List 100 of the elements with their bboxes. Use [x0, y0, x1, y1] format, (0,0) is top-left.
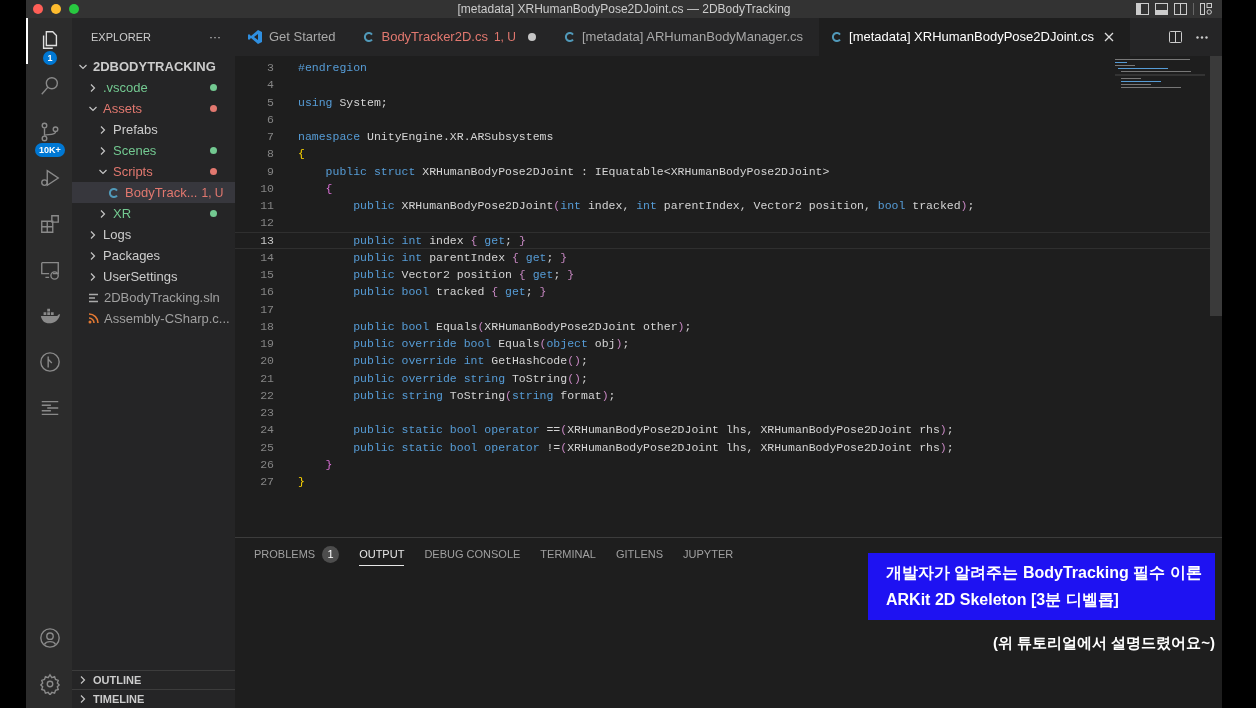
caption-note: (위 튜토리얼에서 설명드렸어요~) [992, 633, 1215, 653]
tree-item[interactable]: Scripts [72, 161, 235, 182]
count-badge: 1 [322, 546, 340, 563]
panel-tab[interactable]: OUTPUT [359, 544, 405, 566]
caption-line: ARKit 2D Skeleton [3분 디벨롭] [886, 590, 1120, 610]
line-number: 21 [259, 370, 274, 387]
tree-item[interactable]: Packages [72, 245, 235, 266]
line-number: 6 [266, 111, 274, 128]
line-number: 24 [259, 422, 274, 439]
code-line: public XRHumanBodyPose2DJoint(int index, int parentIndex, Vector2 position, bool tracked); [352, 198, 975, 214]
code-line: public bool tracked { get; } [352, 284, 547, 301]
line-number: 15 [259, 267, 274, 283]
panel-tab[interactable]: PROBLEMS 1 [254, 544, 340, 566]
notification-badge: 1 [43, 51, 57, 65]
line-number: 22 [259, 387, 274, 404]
code-line: { [298, 146, 305, 163]
gitlens-icon[interactable] [39, 351, 61, 373]
tree-item[interactable]: Assets [72, 98, 235, 119]
tree-item[interactable]: 2DBODYTRACKING [72, 56, 235, 77]
line-number: 11 [259, 198, 274, 214]
panel-tab[interactable]: JUPYTER [683, 544, 734, 566]
line-number: 19 [259, 336, 274, 352]
code-line: public int parentIndex { get; } [352, 249, 568, 266]
code-line: public override string ToString(); [352, 370, 588, 387]
code-line: using System; [298, 94, 388, 111]
settings-icon[interactable] [39, 673, 61, 695]
code-line: public static bool operator !=(XRHumanBodyPose2DJoint lhs, XRHumanBodyPose2DJoint rhs); [352, 439, 954, 456]
code-line: public static bool operator ==(XRHumanBodyPose2DJoint lhs, XRHumanBodyPose2DJoint rhs); [352, 422, 954, 439]
tree-item[interactable]: Logs [72, 224, 235, 245]
extensions-icon[interactable] [39, 213, 61, 235]
tree-item[interactable]: 2DBodyTracking.sln [72, 287, 235, 308]
code-line: public int index { get; } [352, 232, 526, 249]
search-icon[interactable] [39, 75, 61, 97]
source-control-icon[interactable] [39, 121, 61, 143]
split-editor-icon[interactable] [1169, 31, 1182, 43]
minimize-window-button[interactable] [51, 4, 61, 14]
line-number: 14 [259, 249, 274, 266]
tree-item[interactable]: UserSettings [72, 266, 235, 287]
more-icon[interactable] [1196, 35, 1208, 39]
tree-item[interactable]: XR [72, 203, 235, 224]
code-line: public override int GetHashCode(); [352, 353, 588, 370]
code-line: namespace UnityEngine.XR.ARSubsystems [298, 129, 554, 145]
split-layout-icon[interactable] [1174, 3, 1187, 15]
tree-item[interactable]: Assembly-CSharp.c... [72, 308, 235, 329]
panel-tab[interactable]: GITLENS [615, 544, 664, 566]
sidebar-title: EXPLORER [91, 29, 151, 45]
tree-item[interactable]: Prefabs [72, 119, 235, 140]
line-number: 10 [259, 180, 274, 197]
layout-icon[interactable] [1200, 3, 1212, 15]
toggle-sidebar-icon[interactable] [1136, 3, 1149, 15]
code-line: } [298, 474, 305, 490]
code-line: public Vector2 position { get; } [352, 267, 575, 283]
line-number: 3 [266, 60, 274, 76]
account-icon[interactable] [39, 627, 61, 649]
line-number: 26 [259, 456, 274, 473]
file-status-label: 1, U [493, 29, 516, 46]
code-line: public string ToString(string format); [352, 387, 616, 404]
tree-item[interactable]: BodyTrack... 1, U [72, 182, 235, 203]
line-number: 4 [266, 77, 274, 94]
notification-badge: 10K+ [35, 143, 65, 157]
line-number: 13 [259, 232, 274, 249]
code-line: public struct XRHumanBodyPose2DJoint : IEquatable<XRHumanBodyPose2DJoint> [324, 163, 830, 180]
close-icon[interactable] [1104, 32, 1115, 42]
window-title: [metadata] XRHumanBodyPose2DJoint.cs — 2DBodyTracking [456, 1, 792, 18]
line-number: 25 [259, 439, 274, 456]
editor-tab[interactable]: [metadata] XRHumanBodyPose2DJoint.cs [819, 18, 1131, 56]
line-number: 16 [259, 284, 274, 301]
remote-explorer-icon[interactable] [39, 259, 61, 281]
tree-item[interactable]: Scenes [72, 140, 235, 161]
file-status-label: 1, U [200, 184, 224, 202]
line-number: 5 [266, 94, 274, 111]
code-line: } [324, 456, 333, 473]
line-number: 18 [259, 318, 274, 335]
code-editor-logo-icon [247, 29, 263, 45]
line-number: 20 [259, 353, 274, 370]
toggle-panel-icon[interactable] [1155, 3, 1168, 15]
line-number: 12 [259, 215, 274, 232]
code-line: { [324, 180, 333, 197]
close-window-button[interactable] [33, 4, 43, 14]
zoom-window-button[interactable] [69, 4, 79, 14]
code-line: #endregion [298, 60, 367, 76]
more-actions-button[interactable]: ··· [209, 28, 221, 46]
csharp-icon [563, 31, 576, 43]
lines-icon [88, 292, 99, 303]
line-number: 8 [266, 146, 274, 163]
line-number: 27 [259, 474, 274, 490]
line-number: 7 [266, 129, 274, 145]
csharp-icon [108, 186, 120, 199]
code-line: public bool Equals(XRHumanBodyPose2DJoint other); [352, 318, 692, 335]
run-debug-icon[interactable] [39, 167, 61, 189]
code-line: public override bool Equals(object obj); [352, 336, 630, 352]
rss-icon [88, 313, 99, 324]
tree-item[interactable]: .vscode [72, 77, 235, 98]
line-number: 9 [266, 163, 274, 180]
line-number: 17 [259, 301, 274, 318]
scrollbar[interactable] [1210, 56, 1222, 316]
line-number: 23 [259, 405, 274, 421]
panel-tab[interactable]: TERMINAL [540, 544, 596, 566]
panel-tab[interactable]: DEBUG CONSOLE [424, 544, 521, 566]
section-header[interactable]: TIMELINE [72, 689, 235, 708]
